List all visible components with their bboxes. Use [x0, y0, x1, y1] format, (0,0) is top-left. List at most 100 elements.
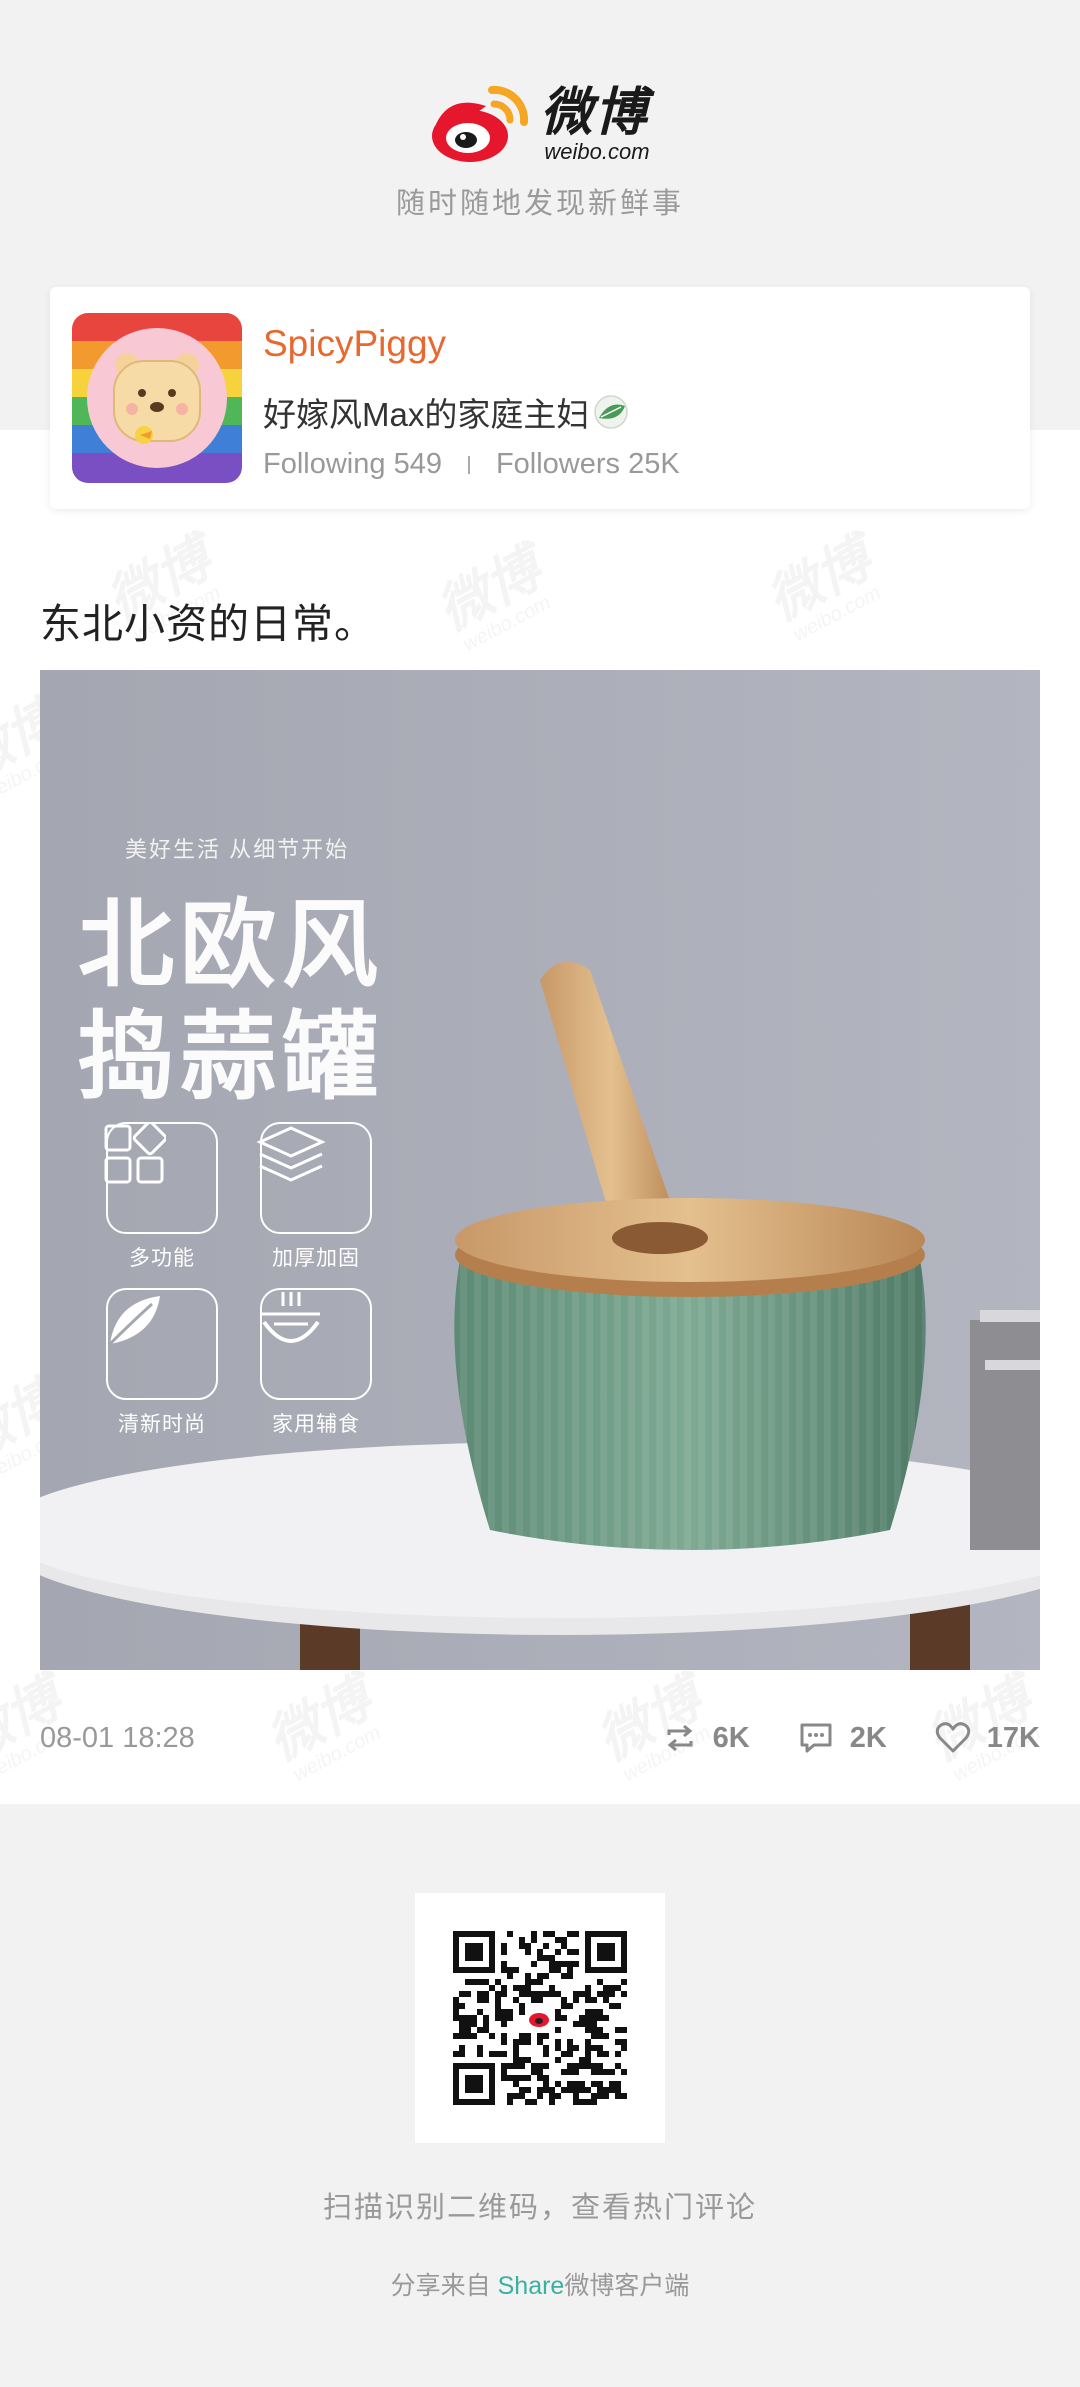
qr-module — [585, 2099, 591, 2105]
qr-module — [585, 1985, 591, 1991]
repost-button[interactable]: 6K — [663, 1721, 750, 1755]
qr-module — [471, 2033, 477, 2039]
qr-module — [501, 2063, 507, 2069]
qr-module — [465, 1979, 471, 1985]
qr-module — [573, 1931, 579, 1937]
logo-wordmark-cn: 微博 — [540, 82, 649, 143]
qr-module — [585, 1961, 591, 1967]
logo-wordmark-en: weibo.com — [544, 139, 650, 164]
qr-module — [561, 2051, 567, 2057]
qr-module — [465, 1943, 471, 1949]
qr-module — [597, 2087, 603, 2093]
share-link[interactable]: Share — [498, 2272, 565, 2300]
qr-module — [573, 2093, 579, 2099]
grid-icon — [104, 1122, 218, 1234]
qr-module — [597, 2009, 603, 2015]
qr-module — [519, 1937, 525, 1943]
qr-module — [591, 2021, 597, 2027]
qr-module — [489, 2033, 495, 2039]
qr-module — [567, 1949, 573, 1955]
qr-module — [621, 1961, 627, 1967]
qr-module — [489, 1943, 495, 1949]
qr-module — [597, 2051, 603, 2057]
qr-module — [567, 2003, 573, 2009]
qr-module — [453, 2051, 459, 2057]
qr-module — [453, 2003, 459, 2009]
layers-icon — [256, 1122, 372, 1234]
qr-module — [471, 2015, 477, 2021]
weibo-logo[interactable]: 微博 weibo.com — [0, 84, 1080, 166]
qr-module — [471, 2075, 477, 2081]
qr-module — [537, 1979, 543, 1985]
qr-module — [477, 1955, 483, 1961]
feature-fresh-style: 清新时尚 — [102, 1288, 222, 1438]
like-icon — [935, 1722, 971, 1753]
qr-module — [543, 1943, 549, 1949]
qr-code-image — [453, 1931, 627, 2105]
qr-module — [555, 2045, 561, 2051]
qr-module — [603, 2093, 609, 2099]
qr-module — [549, 1985, 555, 1991]
qr-module — [501, 2039, 507, 2045]
qr-code[interactable] — [415, 1893, 665, 2143]
qr-module — [513, 1997, 519, 2003]
qr-module — [525, 2033, 531, 2039]
comment-button[interactable]: 2K — [798, 1721, 887, 1755]
post-image[interactable]: 美好生活 从细节开始 北欧风 捣蒜罐 多功能 加厚加固 清新时尚 家用辅食 — [40, 670, 1040, 1670]
qr-module — [525, 1943, 531, 1949]
qr-module — [513, 2075, 519, 2081]
qr-module — [525, 1991, 531, 1997]
qr-module — [615, 2027, 621, 2033]
qr-module — [489, 2087, 495, 2093]
like-button[interactable]: 17K — [935, 1722, 1040, 1755]
qr-module — [483, 2099, 489, 2105]
qr-module — [453, 2099, 459, 2105]
qr-module — [537, 2033, 543, 2039]
qr-module — [459, 2063, 465, 2069]
qr-module — [615, 2051, 621, 2057]
qr-module — [507, 2075, 513, 2081]
qr-module — [555, 2081, 561, 2087]
qr-module — [489, 1961, 495, 1967]
qr-module — [597, 1991, 603, 1997]
qr-module — [465, 2081, 471, 2087]
qr-module — [495, 2003, 501, 2009]
qr-module — [453, 2081, 459, 2087]
qr-module — [477, 2081, 483, 2087]
qr-module — [501, 1943, 507, 1949]
qr-module — [537, 2087, 543, 2093]
qr-module — [597, 2093, 603, 2099]
qr-module — [621, 2039, 627, 2045]
qr-module — [579, 2015, 585, 2021]
qr-module — [465, 1949, 471, 1955]
qr-module — [513, 2081, 519, 2087]
qr-module — [471, 1949, 477, 1955]
qr-module — [519, 2075, 525, 2081]
qr-module — [453, 2033, 459, 2039]
qr-hint: 扫描识别二维码，查看热门评论 — [322, 2192, 757, 2224]
following-stat[interactable]: Following 549 — [263, 448, 442, 481]
qr-module — [561, 2087, 567, 2093]
user-name[interactable]: SpicyPiggy — [263, 323, 446, 365]
qr-module — [555, 2027, 561, 2033]
qr-module — [501, 2051, 507, 2057]
avatar[interactable] — [72, 313, 242, 483]
qr-module — [561, 2003, 567, 2009]
qr-module — [543, 2087, 549, 2093]
qr-module — [573, 1961, 579, 1967]
qr-module — [555, 1967, 561, 1973]
qr-module — [513, 2093, 519, 2099]
qr-module — [543, 2081, 549, 2087]
qr-module — [621, 1979, 627, 1985]
qr-module — [585, 1949, 591, 1955]
qr-module — [495, 1991, 501, 1997]
image-subtitle: 美好生活 从细节开始 — [125, 837, 350, 862]
qr-module — [579, 2087, 585, 2093]
qr-module — [591, 2081, 597, 2087]
qr-module — [573, 2021, 579, 2027]
qr-module — [495, 2015, 501, 2021]
qr-module — [555, 2015, 561, 2021]
followers-stat[interactable]: Followers 25K — [496, 448, 680, 481]
qr-module — [597, 2069, 603, 2075]
profile-card[interactable]: SpicyPiggy 好嫁风Max的家庭主妇 Following 549 Fol… — [50, 287, 1030, 509]
